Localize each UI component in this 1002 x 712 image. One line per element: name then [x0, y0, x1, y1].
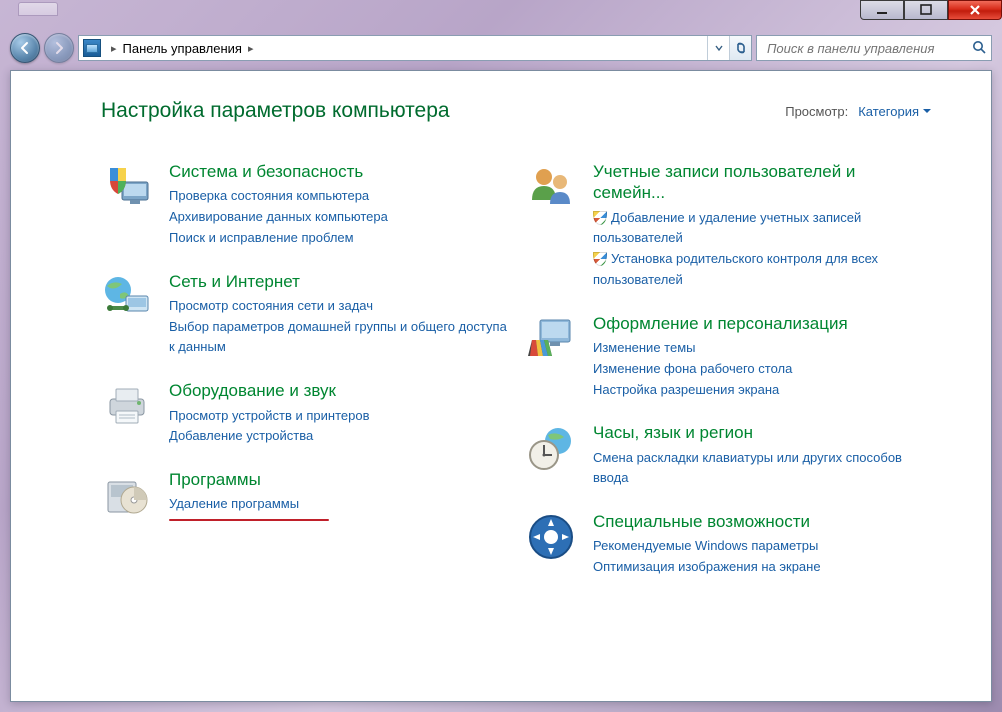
window-controls — [860, 0, 1002, 22]
category-sublink[interactable]: Смена раскладки клавиатуры или других сп… — [593, 448, 931, 490]
printer-icon — [101, 380, 153, 432]
category-sublink[interactable]: Настройка разрешения экрана — [593, 380, 931, 401]
shield-monitor-icon — [101, 161, 153, 213]
category-sublink[interactable]: Удаление программы — [169, 494, 507, 515]
category-sublink[interactable]: Просмотр состояния сети и задач — [169, 296, 507, 317]
page-title: Настройка параметров компьютера — [101, 99, 450, 123]
disc-box-icon — [101, 469, 153, 521]
maximize-button[interactable] — [904, 0, 948, 20]
refresh-button[interactable] — [729, 36, 751, 60]
right-column: Учетные записи пользователей и семейн...… — [525, 161, 931, 600]
category-sublink[interactable]: Оптимизация изображения на экране — [593, 557, 931, 578]
search-icon[interactable] — [971, 39, 987, 58]
category-body: Система и безопасность Проверка состояния… — [169, 161, 507, 249]
navigation-bar: ▸ Панель управления ▸ — [10, 30, 992, 66]
category: Оборудование и звук Просмотр устройств и … — [101, 380, 507, 447]
category-sublink[interactable]: Изменение фона рабочего стола — [593, 359, 931, 380]
address-dropdown-button[interactable] — [707, 36, 729, 60]
category-sublink[interactable]: Рекомендуемые Windows параметры — [593, 536, 931, 557]
left-column: Система и безопасность Проверка состояния… — [101, 161, 507, 600]
category: Часы, язык и регион Смена раскладки клави… — [525, 422, 931, 489]
category: Система и безопасность Проверка состояния… — [101, 161, 507, 249]
close-button[interactable] — [948, 0, 1002, 20]
view-by-dropdown[interactable]: Категория — [858, 104, 931, 119]
background-window-stub — [18, 2, 58, 16]
category-sublink[interactable]: Установка родительского контроля для все… — [593, 249, 931, 291]
category: Программы Удаление программы — [101, 469, 507, 521]
category-title[interactable]: Система и безопасность — [169, 161, 507, 182]
category-body: Учетные записи пользователей и семейн...… — [593, 161, 931, 291]
minimize-button[interactable] — [860, 0, 904, 20]
back-button[interactable] — [10, 33, 40, 63]
clock-globe-icon — [525, 422, 577, 474]
view-by-label: Просмотр: — [785, 104, 848, 119]
category-sublink[interactable]: Выбор параметров домашней группы и общег… — [169, 317, 507, 359]
category-title[interactable]: Специальные возможности — [593, 511, 931, 532]
address-bar[interactable]: ▸ Панель управления ▸ — [78, 35, 752, 61]
search-box[interactable] — [756, 35, 992, 61]
breadcrumb-separator-icon: ▸ — [105, 42, 123, 55]
category-sublink[interactable]: Просмотр устройств и принтеров — [169, 406, 507, 427]
category-sublink[interactable]: Изменение темы — [593, 338, 931, 359]
category-title[interactable]: Программы — [169, 469, 507, 490]
category-title[interactable]: Сеть и Интернет — [169, 271, 507, 292]
search-input[interactable] — [765, 40, 971, 57]
annotation-underline — [169, 519, 329, 521]
category-body: Оформление и персонализация Изменение тем… — [593, 313, 931, 401]
content-pane: Настройка параметров компьютера Просмотр… — [10, 70, 992, 702]
category-sublink[interactable]: Поиск и исправление проблем — [169, 228, 507, 249]
category: Оформление и персонализация Изменение тем… — [525, 313, 931, 401]
category-title[interactable]: Оформление и персонализация — [593, 313, 931, 334]
forward-button[interactable] — [44, 33, 74, 63]
category-title[interactable]: Оборудование и звук — [169, 380, 507, 401]
category-sublink[interactable]: Добавление и удаление учетных записей по… — [593, 208, 931, 250]
breadcrumb-location[interactable]: Панель управления — [123, 41, 242, 56]
users-icon — [525, 161, 577, 213]
category-body: Программы Удаление программы — [169, 469, 507, 521]
category-body: Часы, язык и регион Смена раскладки клави… — [593, 422, 931, 489]
breadcrumb-separator-icon[interactable]: ▸ — [242, 42, 260, 55]
network-globe-icon — [101, 271, 153, 323]
category: Специальные возможности Рекомендуемые Win… — [525, 511, 931, 578]
view-by: Просмотр: Категория — [785, 104, 931, 119]
category-title[interactable]: Учетные записи пользователей и семейн... — [593, 161, 931, 204]
category-body: Оборудование и звук Просмотр устройств и … — [169, 380, 507, 447]
category: Учетные записи пользователей и семейн...… — [525, 161, 931, 291]
category-body: Сеть и Интернет Просмотр состояния сети и… — [169, 271, 507, 359]
control-panel-icon — [83, 39, 101, 57]
category: Сеть и Интернет Просмотр состояния сети и… — [101, 271, 507, 359]
category-body: Специальные возможности Рекомендуемые Win… — [593, 511, 931, 578]
category-title[interactable]: Часы, язык и регион — [593, 422, 931, 443]
ease-access-icon — [525, 511, 577, 563]
category-sublink[interactable]: Добавление устройства — [169, 426, 507, 447]
appearance-icon — [525, 313, 577, 365]
category-sublink[interactable]: Проверка состояния компьютера — [169, 186, 507, 207]
category-sublink[interactable]: Архивирование данных компьютера — [169, 207, 507, 228]
